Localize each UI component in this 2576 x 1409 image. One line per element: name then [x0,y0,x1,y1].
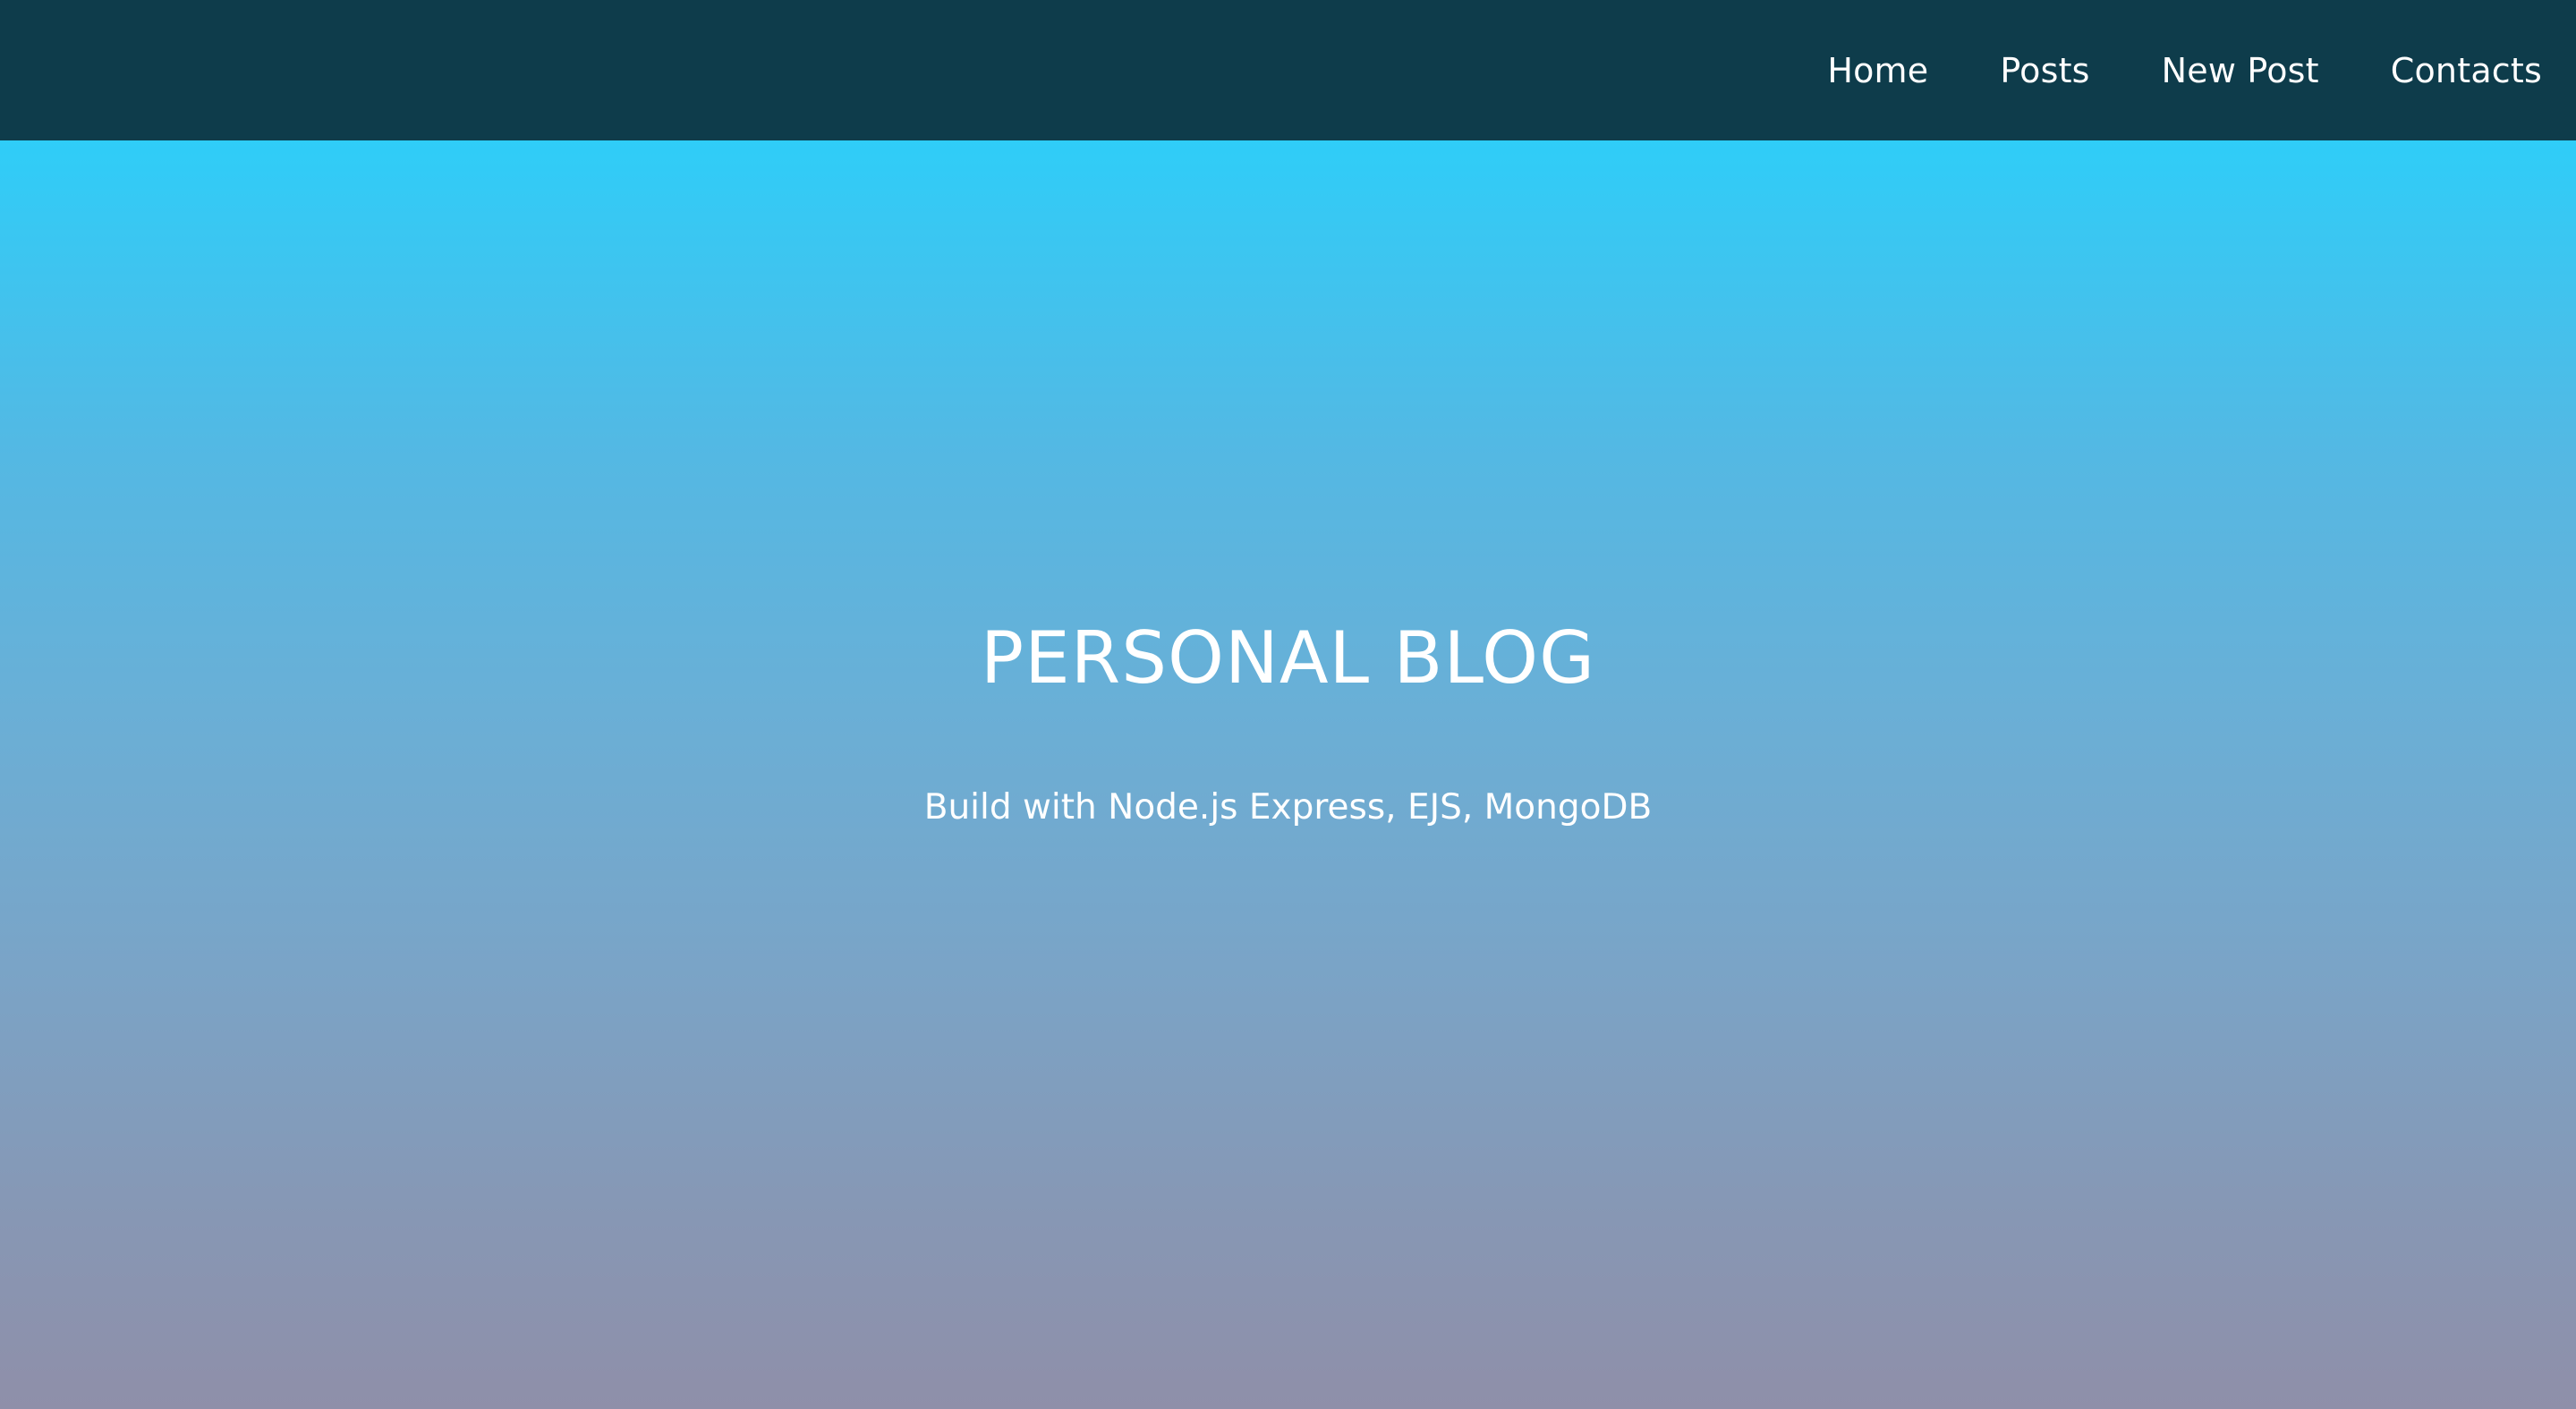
nav-item-contacts: Contacts [2319,51,2542,90]
nav-link-posts[interactable]: Posts [2000,51,2089,90]
nav-item-posts: Posts [1928,51,2089,90]
top-navbar: Home Posts New Post Contacts [0,0,2576,140]
hero-subtitle: Build with Node.js Express, EJS, MongoDB [923,787,1653,828]
hero-section: PERSONAL BLOG Build with Node.js Express… [0,140,2576,1409]
nav-link-new-post[interactable]: New Post [2162,51,2319,90]
nav-list: Home Posts New Post Contacts [1756,51,2542,90]
hero-title: PERSONAL BLOG [980,616,1596,700]
nav-link-contacts[interactable]: Contacts [2391,51,2542,90]
nav-link-home[interactable]: Home [1827,51,1928,90]
nav-item-new-post: New Post [2090,51,2319,90]
nav-item-home: Home [1756,51,1928,90]
main-navigation: Home Posts New Post Contacts [1756,51,2542,90]
